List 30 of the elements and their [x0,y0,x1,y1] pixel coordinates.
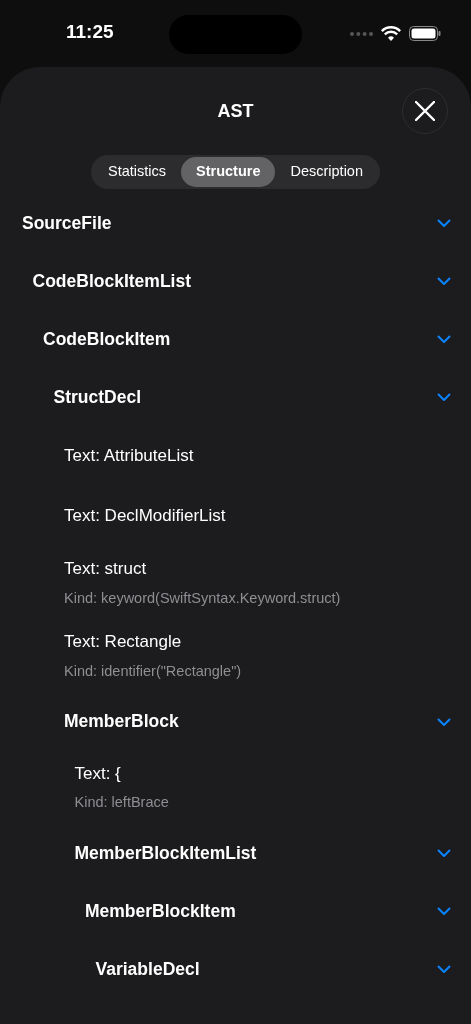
chevron-icon[interactable] [437,274,451,288]
segment-tab[interactable]: Structure [181,157,276,187]
token-text: Text: { [74,762,122,785]
token-kind: Kind: keyword(SwiftSyntax.Keyword.struct) [64,588,341,608]
chevron-icon[interactable] [437,332,451,346]
node-label[interactable]: SourceFile [22,209,112,237]
token-text: Text: Rectangle [64,631,183,654]
close-button[interactable] [402,88,448,134]
token-kind: Kind: identifier("Rectangle") [64,661,242,681]
segment-tab[interactable]: Description [275,157,378,187]
node-label[interactable]: CodeBlockItem [43,325,171,353]
close-icon [415,101,435,121]
node-label[interactable]: CodeBlockItemList [32,267,191,295]
battery-icon [409,26,441,41]
status-time: 11:25 [66,20,114,45]
token-text: Text: struct [64,558,148,580]
node-label[interactable]: StructDecl [53,383,142,411]
token-text: Text: AttributeList [64,445,194,468]
wifi-icon [381,26,401,41]
token-text: Text: DeclModifierList [64,505,226,528]
segment-tab[interactable]: Statistics [93,157,181,187]
node-label[interactable]: MemberBlock [64,708,179,735]
signal-icon [350,31,373,36]
node-label[interactable]: MemberBlockItemList [74,839,257,866]
node-label[interactable]: MemberBlockItem [85,897,236,924]
chevron-icon[interactable] [437,216,451,230]
sheet-title: AST [217,99,254,123]
node-label[interactable]: VariableDecl [95,955,200,982]
token-kind: Kind: leftBrace [74,793,169,812]
chevron-icon[interactable] [437,390,451,404]
